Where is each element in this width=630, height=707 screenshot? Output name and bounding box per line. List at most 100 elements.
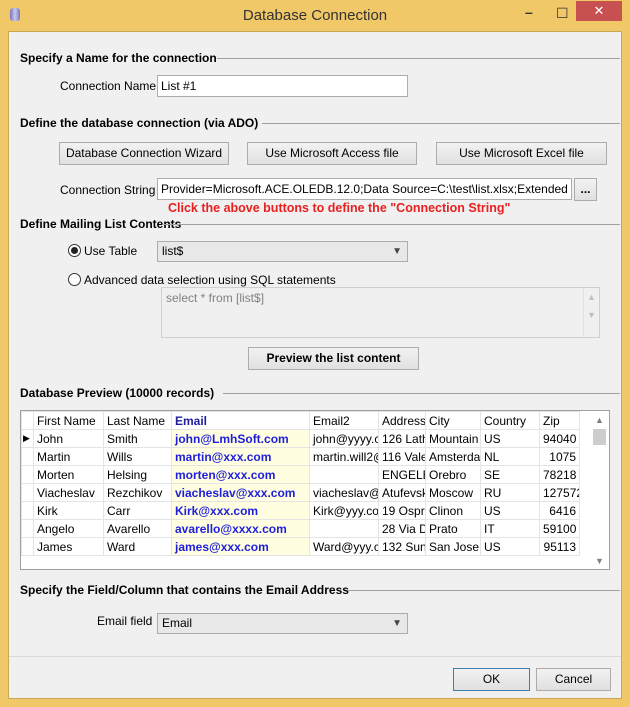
connection-string-input[interactable]: Provider=Microsoft.ACE.OLEDB.12.0;Data S… [157, 178, 572, 200]
table-cell[interactable]: martin.will2@ [309, 447, 379, 466]
table-cell[interactable]: james@xxx.com [171, 537, 310, 556]
current-row-arrow-icon[interactable]: ▶ [21, 429, 34, 448]
connection-name-input[interactable]: List #1 [157, 75, 408, 97]
excel-file-button[interactable]: Use Microsoft Excel file [436, 142, 607, 165]
table-cell[interactable]: 94040 [539, 429, 580, 448]
column-header[interactable]: Email [171, 411, 310, 430]
table-row[interactable]: KirkCarrKirk@xxx.comKirk@yyy.co19 OspreC… [21, 501, 580, 520]
table-row[interactable]: AngeloAvarelloavarello@xxxx.com 28 Via De… [21, 519, 580, 538]
row-header[interactable] [21, 483, 34, 502]
table-cell[interactable]: Smith [103, 429, 172, 448]
table-cell[interactable]: Rezchikov [103, 483, 172, 502]
table-row[interactable]: ▶ John Smith john@LmhSoft.com john@yyyy.c 126… [21, 429, 580, 448]
table-cell[interactable]: John [33, 429, 104, 448]
scroll-up-icon[interactable]: ▲ [591, 411, 608, 429]
table-cell[interactable]: morten@xxx.com [171, 465, 310, 484]
table-cell[interactable]: Wills [103, 447, 172, 466]
table-cell[interactable]: Moscow [425, 483, 481, 502]
table-cell[interactable]: Martin [33, 447, 104, 466]
grid-scrollbar[interactable]: ▲ ▼ [591, 411, 608, 569]
table-cell[interactable]: 1075 [539, 447, 580, 466]
table-cell[interactable]: 59100 [539, 519, 580, 538]
table-cell[interactable]: San Jose [425, 537, 481, 556]
close-button[interactable]: ✕ [576, 1, 622, 21]
access-file-button[interactable]: Use Microsoft Access file [247, 142, 417, 165]
table-cell[interactable]: Prato [425, 519, 481, 538]
table-cell[interactable]: SE [480, 465, 540, 484]
table-cell[interactable]: 127572 [539, 483, 580, 502]
table-cell[interactable]: 19 Ospre [378, 501, 426, 520]
table-cell[interactable]: 126 Lath [378, 429, 426, 448]
table-cell[interactable] [309, 465, 379, 484]
column-header[interactable]: Country [480, 411, 540, 430]
table-cell[interactable]: 132 Sunr [378, 537, 426, 556]
table-cell[interactable]: viacheslav@ [309, 483, 379, 502]
table-cell[interactable]: Kirk@yyy.co [309, 501, 379, 520]
minimize-button[interactable]: – [525, 4, 545, 20]
table-cell[interactable]: 6416 [539, 501, 580, 520]
table-cell[interactable]: NL [480, 447, 540, 466]
row-header[interactable] [21, 447, 34, 466]
table-cell[interactable]: 78218 [539, 465, 580, 484]
table-cell[interactable]: Ward [103, 537, 172, 556]
table-cell[interactable]: James [33, 537, 104, 556]
row-header[interactable] [21, 537, 34, 556]
column-header[interactable]: City [425, 411, 481, 430]
table-cell[interactable]: Carr [103, 501, 172, 520]
table-cell[interactable]: 95113 [539, 537, 580, 556]
browse-button[interactable]: ... [574, 178, 597, 201]
table-cell[interactable] [309, 519, 379, 538]
table-cell[interactable]: US [480, 537, 540, 556]
ok-button[interactable]: OK [453, 668, 530, 691]
table-cell[interactable]: viacheslav@xxx.com [171, 483, 310, 502]
column-header[interactable]: Zip [539, 411, 580, 430]
row-header[interactable] [21, 465, 34, 484]
table-cell[interactable]: Angelo [33, 519, 104, 538]
row-header[interactable] [21, 501, 34, 520]
table-cell[interactable]: Morten [33, 465, 104, 484]
scroll-down-icon[interactable]: ▼ [591, 553, 608, 569]
table-cell[interactable]: Clinon [425, 501, 481, 520]
table-cell[interactable]: Kirk@xxx.com [171, 501, 310, 520]
table-row[interactable]: MortenHelsingmorten@xxx.com ENGELBROrebro… [21, 465, 580, 484]
use-table-radio[interactable] [68, 244, 81, 257]
table-row[interactable]: JamesWardjames@xxx.comWard@yyy.c132 Sunr… [21, 537, 580, 556]
table-cell[interactable]: 116 Vale [378, 447, 426, 466]
table-cell[interactable]: john@yyyy.c [309, 429, 379, 448]
column-header[interactable]: Address [378, 411, 426, 430]
maximize-button[interactable]: ☐ [556, 5, 576, 22]
table-cell[interactable]: Kirk [33, 501, 104, 520]
table-cell[interactable]: US [480, 429, 540, 448]
table-cell[interactable]: Amsterdar [425, 447, 481, 466]
column-header[interactable]: First Name [33, 411, 104, 430]
table-cell[interactable]: Avarello [103, 519, 172, 538]
table-cell[interactable]: Viacheslav [33, 483, 104, 502]
table-row[interactable]: Martin Wills martin@xxx.com martin.will2@ 11… [21, 447, 580, 466]
column-header[interactable]: Email2 [309, 411, 379, 430]
table-cell[interactable]: Orebro [425, 465, 481, 484]
column-header[interactable]: Last Name [103, 411, 172, 430]
table-cell[interactable]: Helsing [103, 465, 172, 484]
sql-textarea[interactable]: select * from [list$] ▲ ▼ [161, 287, 600, 338]
table-select[interactable]: list$ ▼ [157, 241, 408, 262]
table-cell[interactable]: Atufevsk [378, 483, 426, 502]
row-header[interactable] [21, 519, 34, 538]
table-cell[interactable]: IT [480, 519, 540, 538]
scroll-thumb[interactable] [593, 429, 606, 445]
table-cell[interactable]: avarello@xxxx.com [171, 519, 310, 538]
cancel-button[interactable]: Cancel [536, 668, 611, 691]
table-row[interactable]: Viacheslav Rezchikov viacheslav@xxx.com via… [21, 483, 580, 502]
table-cell[interactable]: ENGELBR [378, 465, 426, 484]
connection-wizard-button[interactable]: Database Connection Wizard [59, 142, 229, 165]
sql-scrollbar[interactable]: ▲ ▼ [583, 288, 599, 337]
table-cell[interactable]: RU [480, 483, 540, 502]
table-cell[interactable]: Mountain \ [425, 429, 481, 448]
advanced-sql-radio[interactable] [68, 273, 81, 286]
table-cell[interactable]: 28 Via De [378, 519, 426, 538]
table-cell[interactable]: martin@xxx.com [171, 447, 310, 466]
table-cell[interactable]: Ward@yyy.c [309, 537, 379, 556]
preview-button[interactable]: Preview the list content [248, 347, 419, 370]
table-cell[interactable]: US [480, 501, 540, 520]
preview-grid[interactable]: First Name Last Name Email Email2 Address Cit… [20, 410, 610, 570]
table-cell[interactable]: john@LmhSoft.com [171, 429, 310, 448]
